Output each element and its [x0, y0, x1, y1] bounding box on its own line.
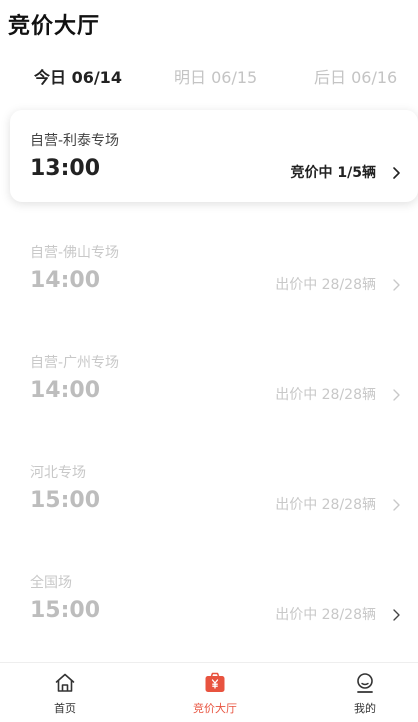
- session-card[interactable]: 河北专场 15:00 出价中 28/28辆: [10, 442, 418, 534]
- auction-bag-icon: [205, 672, 225, 692]
- session-card[interactable]: 自营-佛山专场 14:00 出价中 28/28辆: [10, 222, 418, 314]
- tabbar-item-home[interactable]: 首页: [20, 671, 110, 721]
- session-name: 全国场: [30, 575, 72, 591]
- tab-today[interactable]: 今日 06/14: [34, 64, 122, 88]
- session-card[interactable]: 自营-广州专场 14:00 出价中 28/28辆: [10, 332, 418, 424]
- session-time: 14:00: [30, 268, 101, 293]
- session-time: 15:00: [30, 488, 101, 513]
- chevron-right-icon: [393, 499, 400, 511]
- profile-icon: [357, 673, 373, 693]
- session-card[interactable]: 全国场 15:00 出价中 28/28辆: [10, 552, 418, 644]
- session-name: 河北专场: [30, 465, 86, 481]
- chevron-right-icon: [393, 167, 400, 179]
- session-card[interactable]: 自营-利泰专场 13:00 竞价中 1/5辆: [10, 110, 418, 202]
- session-status: 出价中 28/28辆: [275, 387, 376, 403]
- tabbar-label: 首页: [54, 702, 76, 715]
- session-status: 出价中 28/28辆: [275, 497, 376, 513]
- chevron-right-icon: [393, 389, 400, 401]
- chevron-right-icon: [393, 279, 400, 291]
- session-status: 出价中 28/28辆: [275, 277, 376, 293]
- tabbar-label: 我的: [354, 702, 376, 715]
- session-time: 14:00: [30, 378, 101, 403]
- session-status: 出价中 28/28辆: [275, 607, 376, 623]
- date-tabs: 今日 06/14 明日 06/15 后日 06/16: [0, 64, 418, 92]
- session-time: 15:00: [30, 598, 101, 623]
- page-title: 竞价大厅: [8, 14, 101, 39]
- session-name: 自营-利泰专场: [30, 133, 120, 149]
- home-icon: [55, 673, 75, 692]
- chevron-right-icon: [393, 609, 400, 621]
- session-name: 自营-佛山专场: [30, 245, 120, 261]
- tab-tomorrow[interactable]: 明日 06/15: [174, 64, 257, 88]
- bottom-tab-bar: 首页 竞价大厅 我的: [0, 662, 418, 722]
- tab-day-after-tomorrow[interactable]: 后日 06/16: [314, 64, 397, 88]
- tabbar-item-profile[interactable]: 我的: [320, 671, 410, 721]
- tabbar-label: 竞价大厅: [193, 702, 237, 715]
- session-name: 自营-广州专场: [30, 355, 120, 371]
- session-status: 竞价中 1/5辆: [290, 165, 376, 181]
- auction-hall-page: 竞价大厅 今日 06/14 明日 06/15 后日 06/16 自营-利泰专场 …: [0, 0, 418, 722]
- tabbar-item-auction-hall[interactable]: 竞价大厅: [170, 671, 260, 721]
- session-time: 13:00: [30, 156, 101, 181]
